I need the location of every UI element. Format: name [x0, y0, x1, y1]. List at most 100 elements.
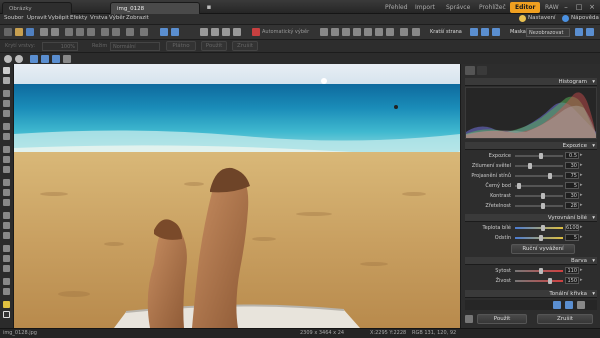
slider-track[interactable] — [515, 165, 563, 167]
zoom-100-icon[interactable] — [41, 55, 49, 63]
spinner-icon[interactable]: ▸ — [580, 192, 583, 198]
mask-icon[interactable] — [575, 28, 583, 36]
slider-handle[interactable] — [517, 183, 522, 189]
spinner-icon[interactable]: ▸ — [580, 182, 583, 188]
panel-tab-layers-icon[interactable] — [477, 66, 487, 75]
mode-editor[interactable]: Editor — [510, 2, 541, 13]
apply-button[interactable]: Použít — [477, 314, 527, 324]
save-icon[interactable] — [26, 28, 34, 36]
slider-handle[interactable] — [539, 268, 544, 274]
tone-curve-header[interactable]: Tonální křivka ▾ — [465, 290, 597, 298]
open-icon[interactable] — [15, 28, 23, 36]
tab-images[interactable]: Obrázky — [2, 2, 72, 14]
tool-icon[interactable] — [364, 28, 372, 36]
redeye-tool-icon[interactable] — [3, 166, 10, 173]
slider-value-input[interactable]: 30 — [565, 192, 579, 199]
spinner-icon[interactable]: ▸ — [580, 234, 583, 240]
exposure-header[interactable]: Expozice ▾ — [465, 142, 597, 150]
reset-icon[interactable] — [577, 301, 585, 309]
retouch-tool-icon[interactable] — [3, 146, 10, 153]
auto-select-icon[interactable] — [252, 28, 260, 36]
crop-side-dropdown[interactable]: Kratší strana — [430, 29, 462, 35]
mode-import[interactable]: Import — [410, 2, 440, 13]
spinner-icon[interactable]: ▸ — [580, 162, 583, 168]
clone-tool-icon[interactable] — [3, 156, 10, 163]
mask-icon[interactable] — [586, 28, 594, 36]
slider-value-input[interactable]: 5 — [565, 234, 579, 241]
slider-value-input[interactable]: 0.5 — [565, 152, 579, 159]
color-header[interactable]: Barva ▾ — [465, 257, 597, 265]
eraser-tool-icon[interactable] — [3, 189, 10, 196]
tool-icon[interactable] — [400, 28, 408, 36]
white-balance-header[interactable]: Vyrovnání bílé ▾ — [465, 214, 597, 222]
cut-icon[interactable] — [65, 28, 73, 36]
slider-value-input[interactable]: 6100 — [565, 224, 579, 231]
blur-tool-icon[interactable] — [3, 278, 10, 285]
slider-track[interactable] — [515, 185, 563, 187]
slider-value-input[interactable]: 5 — [565, 182, 579, 189]
lock-icon[interactable] — [465, 315, 473, 323]
tool-icon[interactable] — [412, 28, 420, 36]
slider-track[interactable] — [515, 227, 563, 229]
spinner-icon[interactable]: ▸ — [580, 202, 583, 208]
slider-track[interactable] — [515, 175, 563, 177]
menu-soubor[interactable]: Soubor — [4, 15, 23, 21]
slider-track[interactable] — [515, 280, 563, 282]
bg-color-icon[interactable] — [3, 311, 10, 318]
color-tool-icon[interactable] — [3, 301, 10, 308]
manual-balance-button[interactable]: Ruční vyvážení — [511, 244, 575, 254]
slider-value-input[interactable]: 150 — [565, 277, 579, 284]
paste-icon[interactable] — [87, 28, 95, 36]
split-view-icon[interactable] — [171, 28, 179, 36]
wand-icon[interactable] — [233, 28, 241, 36]
close-button[interactable]: × — [586, 2, 598, 12]
zoom-out-icon[interactable] — [15, 55, 23, 63]
tool-icon[interactable] — [353, 28, 361, 36]
slider-value-input[interactable]: 30 — [565, 162, 579, 169]
zoom-fit-icon[interactable] — [30, 55, 38, 63]
hand-tool-icon[interactable] — [3, 77, 10, 84]
zoom-fill-icon[interactable] — [52, 55, 60, 63]
minimize-button[interactable]: – — [560, 2, 572, 12]
dodge-tool-icon[interactable] — [3, 255, 10, 262]
spinner-icon[interactable]: ▸ — [580, 152, 583, 158]
new-tab-icon[interactable]: ▪ — [203, 2, 215, 12]
menu-efekty[interactable]: Efekty — [70, 15, 87, 21]
hand-icon[interactable] — [63, 55, 71, 63]
compare-icon[interactable] — [160, 28, 168, 36]
slider-handle[interactable] — [539, 235, 544, 241]
slider-handle[interactable] — [528, 163, 533, 169]
spinner-icon[interactable]: ▸ — [580, 267, 583, 273]
slider-track[interactable] — [515, 205, 563, 207]
mode-spravce[interactable]: Správce — [441, 2, 475, 13]
select-tool-icon[interactable] — [3, 90, 10, 97]
lasso-icon[interactable] — [222, 28, 230, 36]
undo-icon[interactable] — [40, 28, 48, 36]
slider-handle[interactable] — [541, 225, 546, 231]
settings-link[interactable]: Nastavení — [528, 15, 556, 21]
new-icon[interactable] — [4, 28, 12, 36]
panel-tab-adjust-icon[interactable] — [465, 66, 475, 75]
slider-handle[interactable] — [548, 173, 552, 179]
tool-icon[interactable] — [386, 28, 394, 36]
slider-track[interactable] — [515, 195, 563, 197]
fit-icon[interactable] — [470, 28, 478, 36]
mask-dropdown[interactable]: Nezobrazovat — [526, 28, 570, 37]
slider-value-input[interactable]: 28 — [565, 202, 579, 209]
zoom-in-icon[interactable] — [4, 55, 12, 63]
crop-tool-icon[interactable] — [3, 123, 10, 130]
menu-vybepit[interactable]: Vyběpit — [48, 15, 69, 21]
apply-layer-button[interactable]: Použít — [201, 41, 227, 51]
spinner-icon[interactable]: ▸ — [580, 277, 583, 283]
flip-icon[interactable] — [126, 28, 134, 36]
tool-icon[interactable] — [320, 28, 328, 36]
rotate-right-icon[interactable] — [112, 28, 120, 36]
slider-value-input[interactable]: 110 — [565, 267, 579, 274]
text-tool-icon[interactable] — [3, 222, 10, 229]
move-tool-icon[interactable] — [3, 67, 10, 74]
burn-tool-icon[interactable] — [3, 265, 10, 272]
brush-tool-icon[interactable] — [3, 179, 10, 186]
menu-vyber[interactable]: Výběr — [109, 15, 125, 21]
slider-handle[interactable] — [541, 203, 546, 209]
wand-tool-icon[interactable] — [3, 110, 10, 117]
